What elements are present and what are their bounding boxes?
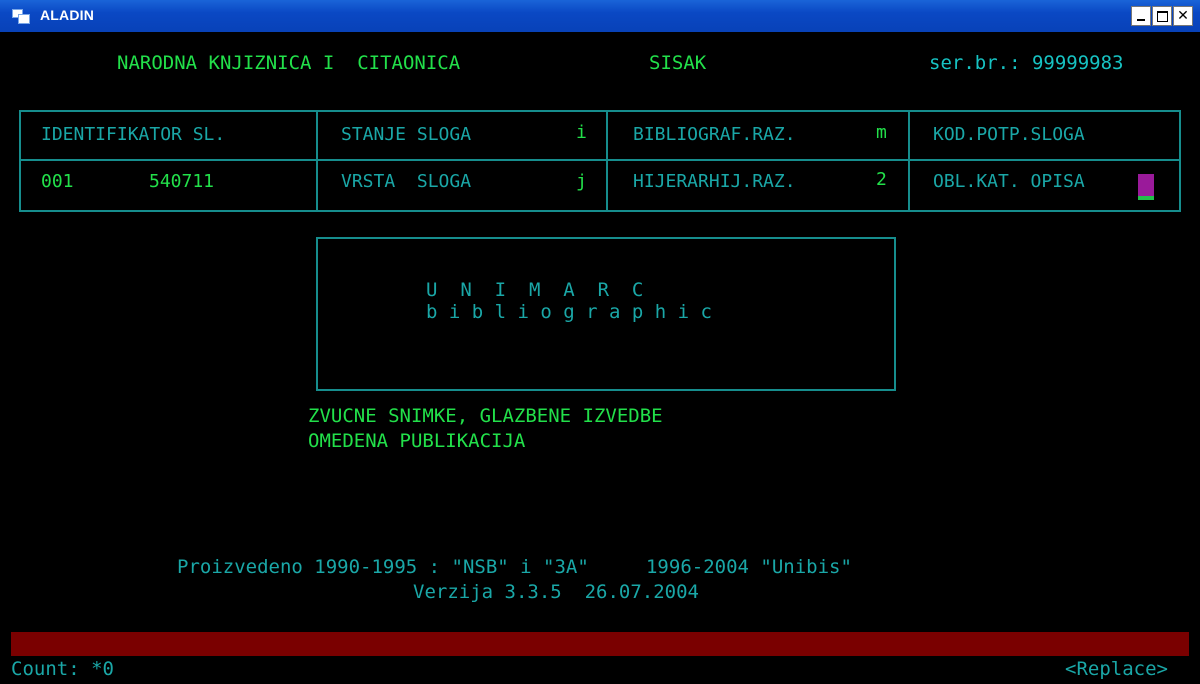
cataloguing-form-label: OBL.KAT. OPISA bbox=[933, 171, 1085, 192]
library-city: SISAK bbox=[649, 52, 707, 74]
close-icon: ✕ bbox=[1177, 8, 1189, 24]
identifier-value[interactable]: 540711 bbox=[149, 171, 214, 193]
bibliographic-level-label: BIBLIOGRAF.RAZ. bbox=[633, 124, 796, 145]
record-header-table: IDENTIFIKATOR SL. 001 540711 STANJE SLOG… bbox=[19, 110, 1181, 212]
minimize-icon bbox=[1137, 19, 1145, 21]
identifier-field: 001 bbox=[41, 171, 74, 192]
app-icon[interactable] bbox=[12, 9, 30, 24]
input-cursor[interactable] bbox=[1138, 174, 1154, 200]
record-type-label: VRSTA SLOGA bbox=[341, 171, 472, 192]
library-name: NARODNA KNJIZNICA I CITAONICA bbox=[117, 52, 461, 74]
unimarc-logo-box: U N I M A R C b i b l i o g r a p h i c bbox=[316, 237, 896, 391]
unimarc-title: U N I M A R C bbox=[426, 279, 644, 301]
record-type-value[interactable]: j bbox=[576, 171, 587, 193]
record-status-label: STANJE SLOGA bbox=[341, 124, 472, 145]
identifier-label: IDENTIFIKATOR SL. bbox=[41, 124, 226, 145]
version-line: Verzija 3.3.5 26.07.2004 bbox=[413, 581, 699, 603]
mode-status: <Replace> bbox=[1065, 658, 1168, 680]
record-status-value[interactable]: i bbox=[576, 122, 587, 144]
aladin-window: ALADIN ✕ NARODNA KNJIZNICA I CITAONICA S… bbox=[0, 0, 1200, 684]
encoding-level-label: KOD.POTP.SLOGA bbox=[933, 124, 1085, 145]
credits-line: Proizvedeno 1990-1995 : "NSB" i "3A" 199… bbox=[177, 556, 852, 578]
material-type: ZVUCNE SNIMKE, GLAZBENE IZVEDBE bbox=[308, 405, 663, 427]
minimize-button[interactable] bbox=[1131, 6, 1151, 26]
message-bar bbox=[11, 632, 1189, 656]
maximize-button[interactable] bbox=[1152, 6, 1172, 26]
maximize-icon bbox=[1156, 11, 1168, 22]
hierarchical-level-value[interactable]: 2 bbox=[876, 169, 887, 191]
bibliographic-level-value[interactable]: m bbox=[876, 122, 887, 144]
hierarchical-level-label: HIJERARHIJ.RAZ. bbox=[633, 171, 796, 192]
close-button[interactable]: ✕ bbox=[1173, 6, 1193, 26]
title-bar[interactable]: ALADIN ✕ bbox=[0, 0, 1200, 32]
unimarc-subtitle: b i b l i o g r a p h i c bbox=[426, 301, 712, 323]
publication-type: OMEDENA PUBLIKACIJA bbox=[308, 430, 526, 452]
serial-number: ser.br.: 99999983 bbox=[929, 52, 1124, 74]
window-title: ALADIN bbox=[40, 7, 95, 23]
terminal-screen[interactable]: NARODNA KNJIZNICA I CITAONICA SISAK ser.… bbox=[11, 32, 1189, 684]
count-status: Count: *0 bbox=[11, 658, 114, 680]
